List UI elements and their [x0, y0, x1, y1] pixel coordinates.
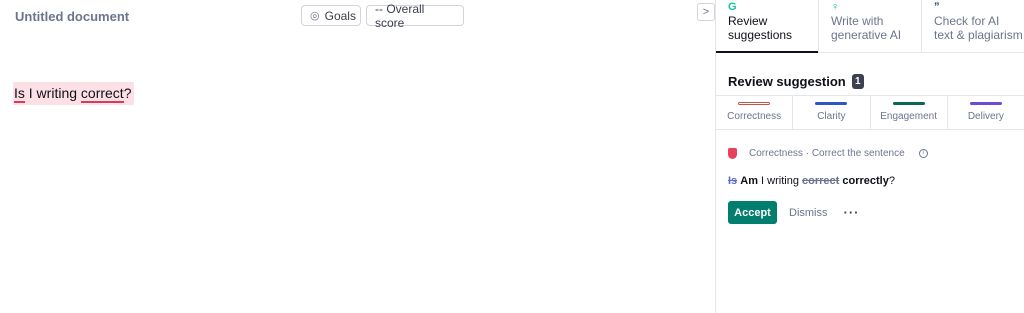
suggestion-category-label: Correctness — [749, 147, 803, 159]
suggestion-description: Correct the sentence — [811, 147, 905, 159]
inserted-word: Am — [740, 175, 758, 187]
overall-score-label: -- Overall score — [375, 1, 425, 30]
category-bar — [892, 102, 925, 105]
review-count-badge: 1 — [851, 73, 864, 89]
text-segment-end: ? — [123, 85, 132, 101]
tab-write-generative-ai[interactable]: ♀ Write with generative AI — [819, 0, 922, 52]
tab-label-line1: Check for AI — [934, 14, 1000, 28]
suggestion-card[interactable]: Correctness · Correct the sentence i Is … — [716, 130, 1024, 224]
suggestion-mid: I writing — [757, 175, 802, 187]
category-label: Correctness — [727, 111, 782, 122]
accept-button[interactable]: Accept — [728, 201, 777, 224]
category-bar — [969, 102, 1002, 105]
assistant-sidebar: G Review suggestions ♀ Write with genera… — [715, 0, 1024, 313]
suggestion-header: Correctness · Correct the sentence i — [728, 146, 1024, 160]
category-engagement[interactable]: Engagement — [871, 96, 948, 129]
flagged-word-correct[interactable]: correct — [80, 85, 124, 103]
tab-review-suggestions[interactable]: G Review suggestions — [716, 0, 819, 53]
removed-word: Is — [728, 175, 738, 187]
inserted-word: correctly — [842, 175, 889, 187]
suggestion-end: ? — [888, 175, 895, 187]
review-header: Review suggestion 1 — [716, 53, 1024, 96]
goals-icon: ◎ — [310, 10, 320, 22]
goals-button[interactable]: ◎ Goals — [301, 5, 361, 26]
info-icon[interactable]: i — [918, 148, 928, 158]
category-label: Clarity — [817, 111, 846, 122]
tab-label-line2: suggestions — [728, 28, 793, 42]
lightbulb-icon: ♀ — [831, 1, 840, 13]
separator: · — [805, 147, 810, 159]
tab-label-line1: Write with — [831, 14, 884, 28]
quote-icon: ” — [934, 1, 940, 13]
suggestion-category: Correctness · Correct the sentence — [749, 148, 905, 159]
correctness-shield-icon — [728, 147, 737, 159]
category-correctness[interactable]: Correctness — [716, 96, 794, 129]
removed-word: correct — [802, 175, 840, 187]
chevron-right-icon: > — [702, 6, 710, 18]
overall-score-button[interactable]: -- Overall score — [366, 2, 464, 30]
category-bar — [815, 102, 848, 105]
more-options-button[interactable]: ··· — [844, 205, 860, 220]
category-filters: Correctness Clarity Engagement Delivery — [716, 96, 1024, 130]
document-text[interactable]: Is I writing correct? — [13, 82, 134, 105]
category-label: Engagement — [880, 111, 937, 122]
category-bar — [738, 102, 771, 105]
grammarly-icon: G — [728, 1, 737, 13]
dismiss-button[interactable]: Dismiss — [789, 207, 828, 219]
category-delivery[interactable]: Delivery — [948, 96, 1024, 129]
review-title: Review suggestion — [728, 73, 846, 89]
collapse-sidebar-button[interactable]: > — [697, 3, 715, 21]
document-title[interactable]: Untitled document — [15, 9, 129, 24]
tab-label-line1: Review — [728, 14, 768, 28]
tab-label-line2: generative AI — [831, 28, 902, 42]
sidebar-tabs: G Review suggestions ♀ Write with genera… — [716, 0, 1024, 53]
goals-label: Goals — [324, 8, 356, 23]
tab-label-line2: text & plagiarism — [934, 28, 1023, 42]
flagged-word-is[interactable]: Is — [14, 85, 25, 103]
category-clarity[interactable]: Clarity — [793, 96, 871, 129]
category-label: Delivery — [967, 111, 1004, 122]
text-segment: I writing — [24, 85, 81, 101]
app: Untitled document ◎ Goals -- Overall sco… — [0, 0, 1024, 313]
tab-check-ai-plagiarism[interactable]: ” Check for AI text & plagiarism — [922, 0, 1024, 52]
suggestion-actions: Accept Dismiss ··· — [728, 201, 1024, 224]
suggestion-text: Is Am I writing correct correctly? — [728, 175, 1024, 187]
